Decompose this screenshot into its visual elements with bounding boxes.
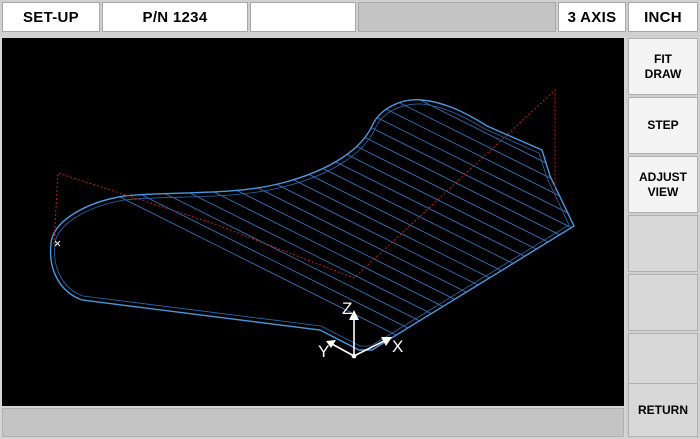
part-outline	[49, 99, 575, 351]
hatch-line	[113, 99, 575, 350]
hatch-line	[529, 99, 575, 350]
softkey-4[interactable]	[628, 215, 698, 272]
hatch-line	[50, 99, 575, 350]
hatch-line	[608, 38, 624, 388]
status-bar	[2, 408, 624, 437]
y-axis-label: Y	[318, 342, 329, 361]
start-marker	[54, 240, 61, 247]
part-outline-inner	[54, 103, 570, 347]
softkey-6[interactable]	[628, 333, 698, 390]
adjust-view-button[interactable]: ADJUST VIEW	[628, 156, 698, 213]
units-field: INCH	[628, 2, 698, 32]
fit-draw-button[interactable]: FIT DRAW	[628, 38, 698, 95]
softkey-panel: FIT DRAW STEP ADJUST VIEW RETURN	[626, 36, 700, 439]
step-button[interactable]: STEP	[628, 97, 698, 154]
hatch-line	[555, 99, 575, 350]
hatch-line	[61, 99, 575, 350]
hatch-line	[503, 99, 575, 350]
hatch-line	[269, 99, 575, 350]
header-bar: SET-UP P/N 1234 3 AXIS INCH	[0, 0, 700, 36]
x-axis-label: X	[392, 337, 403, 356]
hatch-line	[321, 99, 575, 350]
hatch-line	[399, 99, 575, 350]
hatch-line	[139, 99, 575, 350]
graphics-view[interactable]: Z X Y	[2, 38, 624, 406]
return-button[interactable]: RETURN	[628, 383, 698, 437]
header-field-3	[250, 2, 356, 32]
hatch-line	[50, 99, 555, 350]
hatch-line	[50, 99, 575, 350]
hatch-line	[347, 99, 575, 350]
hatch-line	[50, 99, 529, 350]
mode-field: SET-UP	[2, 2, 100, 32]
axis-count-field: 3 AXIS	[558, 2, 626, 32]
hatch-line	[50, 99, 575, 350]
toolpath	[53, 88, 556, 279]
hatch-line	[477, 99, 575, 350]
hatch-line	[50, 99, 575, 350]
part-number-field: P/N 1234	[102, 2, 248, 32]
axis-triad	[326, 310, 392, 359]
hatch-line	[451, 99, 575, 350]
hatch-line	[50, 99, 575, 350]
z-axis-label: Z	[342, 299, 352, 318]
hatch-fill	[50, 38, 624, 388]
hatch-line	[582, 38, 624, 388]
header-field-4	[358, 2, 556, 32]
hatch-line	[50, 99, 503, 350]
hatch-line	[295, 99, 575, 350]
hatch-line	[87, 99, 575, 350]
softkey-5[interactable]	[628, 274, 698, 331]
hatch-line	[425, 99, 575, 350]
